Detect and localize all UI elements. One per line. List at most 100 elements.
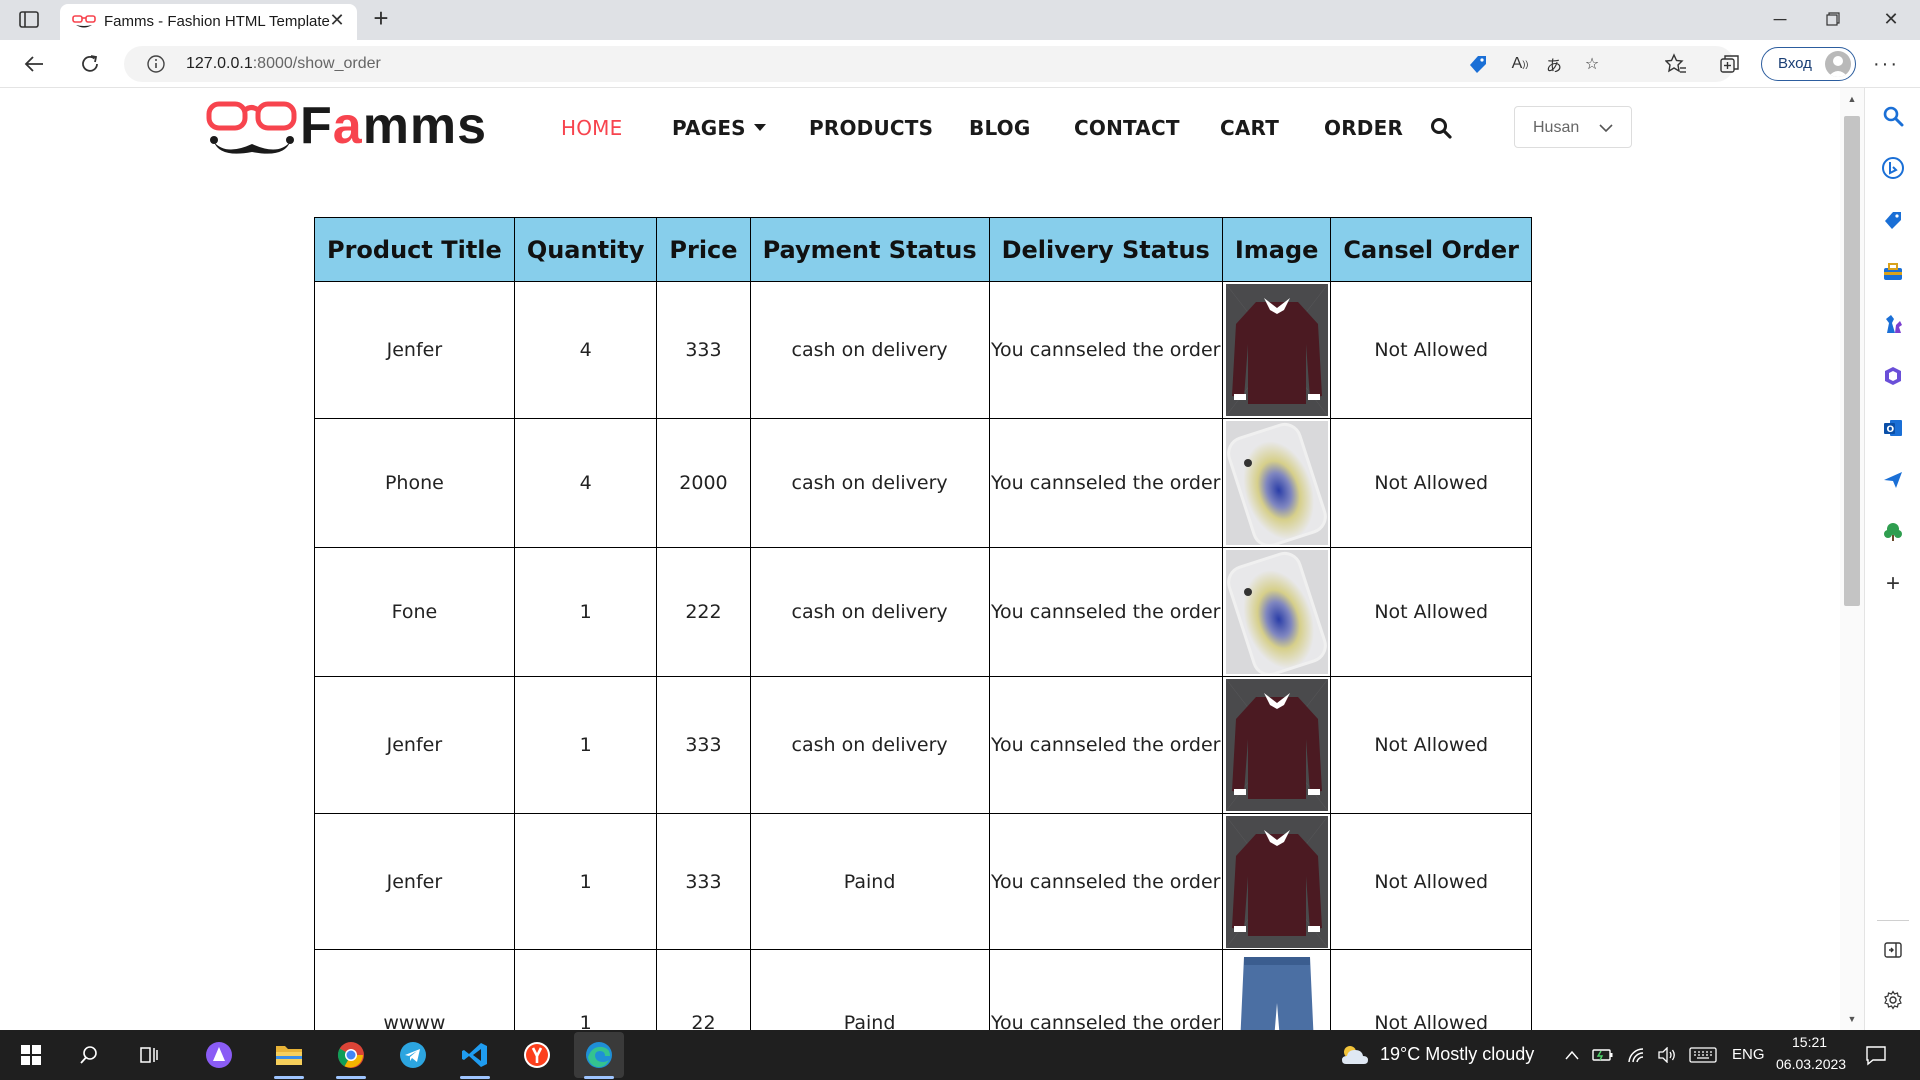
nav-contact[interactable]: CONTACT [1074,116,1180,140]
maximize-icon[interactable] [1818,6,1848,32]
url-text[interactable]: 127.0.0.1:8000/show_order [186,55,381,73]
address-bar[interactable]: 127.0.0.1:8000/show_order A)) あ ☆ [124,46,1734,82]
weather-text[interactable]: 19°C Mostly cloudy [1380,1044,1534,1065]
clock-date[interactable]: 06.03.2023 [1776,1056,1846,1072]
phone-product-image [1225,421,1328,545]
tab-close-icon[interactable]: ✕ [327,10,347,30]
nav-home[interactable]: HOME [561,116,622,140]
more-menu-icon[interactable]: ··· [1872,50,1900,78]
cell-price: 22 [656,949,751,1030]
cell-product-title: Fone [314,547,515,677]
file-explorer-icon[interactable] [272,1038,306,1072]
user-dropdown[interactable]: Husan [1514,106,1632,148]
wifi-icon[interactable] [1626,1038,1648,1072]
tray-chevron-up-icon[interactable] [1562,1038,1582,1072]
sidebar-tree-icon[interactable] [1881,520,1905,544]
chrome-icon[interactable] [334,1038,368,1072]
notification-center-icon[interactable] [1862,1038,1890,1072]
famms-logo[interactable]: Famms [206,97,526,158]
nav-pages-label: PAGES [672,116,746,140]
scroll-up-arrow-icon[interactable]: ▲ [1847,94,1857,104]
add-favorite-icon[interactable]: ☆ [1580,52,1604,76]
cell-image [1221,418,1332,548]
sidebar-settings-gear-icon[interactable] [1881,988,1905,1012]
cell-delivery-status: You cannseled the order [988,813,1223,950]
vscode-icon[interactable] [458,1038,492,1072]
sidebar-search-icon[interactable] [1881,104,1905,128]
touch-keyboard-icon[interactable] [1688,1038,1718,1072]
telegram-icon[interactable] [396,1038,430,1072]
nav-cart[interactable]: CART [1220,116,1279,140]
col-header-payment-status: Payment Status [749,217,990,282]
cell-product-title: Jenfer [314,676,515,814]
windows-taskbar: 19°C Mostly cloudy ENG 15:21 06.03.2023 [0,1030,1920,1080]
sidebar-shopping-icon[interactable] [1881,208,1905,232]
scroll-thumb[interactable] [1844,116,1860,606]
sidebar-games-icon[interactable] [1881,312,1905,336]
yandex-browser-icon[interactable] [520,1038,554,1072]
table-row: Jenfer 4 333 cash on delivery You cannse… [314,281,1532,419]
sidebar-tools-icon[interactable] [1881,260,1905,284]
clock-time[interactable]: 15:21 [1792,1034,1827,1050]
cell-image [1221,281,1332,419]
cell-quantity: 4 [513,281,658,419]
cell-product-title: Phone [314,418,515,548]
battery-icon[interactable] [1592,1038,1614,1072]
alice-assistant-icon[interactable] [202,1038,236,1072]
search-icon[interactable] [1430,117,1452,139]
cell-payment-status: cash on delivery [749,676,990,814]
sidebar-office-icon[interactable] [1881,364,1905,388]
read-aloud-icon[interactable]: A)) [1508,52,1532,76]
reload-icon[interactable] [76,50,104,78]
nav-blog[interactable]: BLOG [969,116,1031,140]
cancel-order-status: Not Allowed [1330,418,1532,548]
user-dropdown-label: Husan [1533,119,1580,136]
task-view-icon[interactable] [132,1038,166,1072]
back-arrow-icon[interactable] [20,50,48,78]
new-tab-button[interactable]: + [368,5,394,32]
weather-cloud-icon[interactable] [1338,1038,1372,1072]
edge-taskbar-button[interactable] [574,1032,624,1078]
shopping-tag-icon[interactable] [1466,52,1490,76]
cell-delivery-status: You cannseled the order [988,676,1223,814]
file-explorer-running-indicator [274,1076,304,1079]
nav-pages[interactable]: PAGES [672,116,766,140]
col-header-price: Price [656,217,751,282]
sidebar-send-icon[interactable] [1881,468,1905,492]
browser-tab-active[interactable]: Famms - Fashion HTML Template ✕ [60,4,357,40]
favorites-icon[interactable] [1662,50,1690,78]
windows-start-icon[interactable] [14,1038,48,1072]
nav-products[interactable]: PRODUCTS [809,116,933,140]
cell-quantity: 1 [513,547,658,677]
tab-actions-icon[interactable] [18,10,42,30]
sweater-product-image [1225,679,1328,811]
taskbar-search-icon[interactable] [72,1038,106,1072]
cell-quantity: 1 [513,813,658,950]
volume-icon[interactable] [1656,1038,1678,1072]
sign-in-button[interactable]: Вход [1761,47,1856,81]
edge-sidebar: O + [1864,88,1920,1030]
nav-order[interactable]: ORDER [1324,116,1403,140]
glasses-mustache-logo-icon [206,101,297,154]
col-header-delivery-status: Delivery Status [988,217,1223,282]
cell-payment-status: cash on delivery [749,281,990,419]
sidebar-add-icon[interactable]: + [1881,570,1905,597]
cancel-order-status: Not Allowed [1330,547,1532,677]
sweater-product-image [1225,284,1328,416]
input-language[interactable]: ENG [1732,1046,1765,1063]
close-window-icon[interactable]: ✕ [1876,6,1906,32]
collections-icon[interactable] [1716,50,1744,78]
sidebar-hide-icon[interactable] [1881,938,1905,962]
sidebar-outlook-icon[interactable]: O [1881,416,1905,440]
jeans-product-image [1225,952,1328,1030]
cell-quantity: 1 [513,949,658,1030]
sidebar-bing-icon[interactable] [1881,156,1905,180]
page-scrollbar[interactable]: ▲ ▼ [1840,88,1864,1030]
cell-payment-status: Paind [749,813,990,950]
col-header-quantity: Quantity [513,217,658,282]
tab-title: Famms - Fashion HTML Template [104,13,330,30]
scroll-down-arrow-icon[interactable]: ▼ [1847,1014,1857,1024]
minimize-icon[interactable]: ─ [1765,6,1795,32]
translate-icon[interactable]: あ [1542,52,1566,76]
site-info-icon[interactable] [146,54,166,74]
